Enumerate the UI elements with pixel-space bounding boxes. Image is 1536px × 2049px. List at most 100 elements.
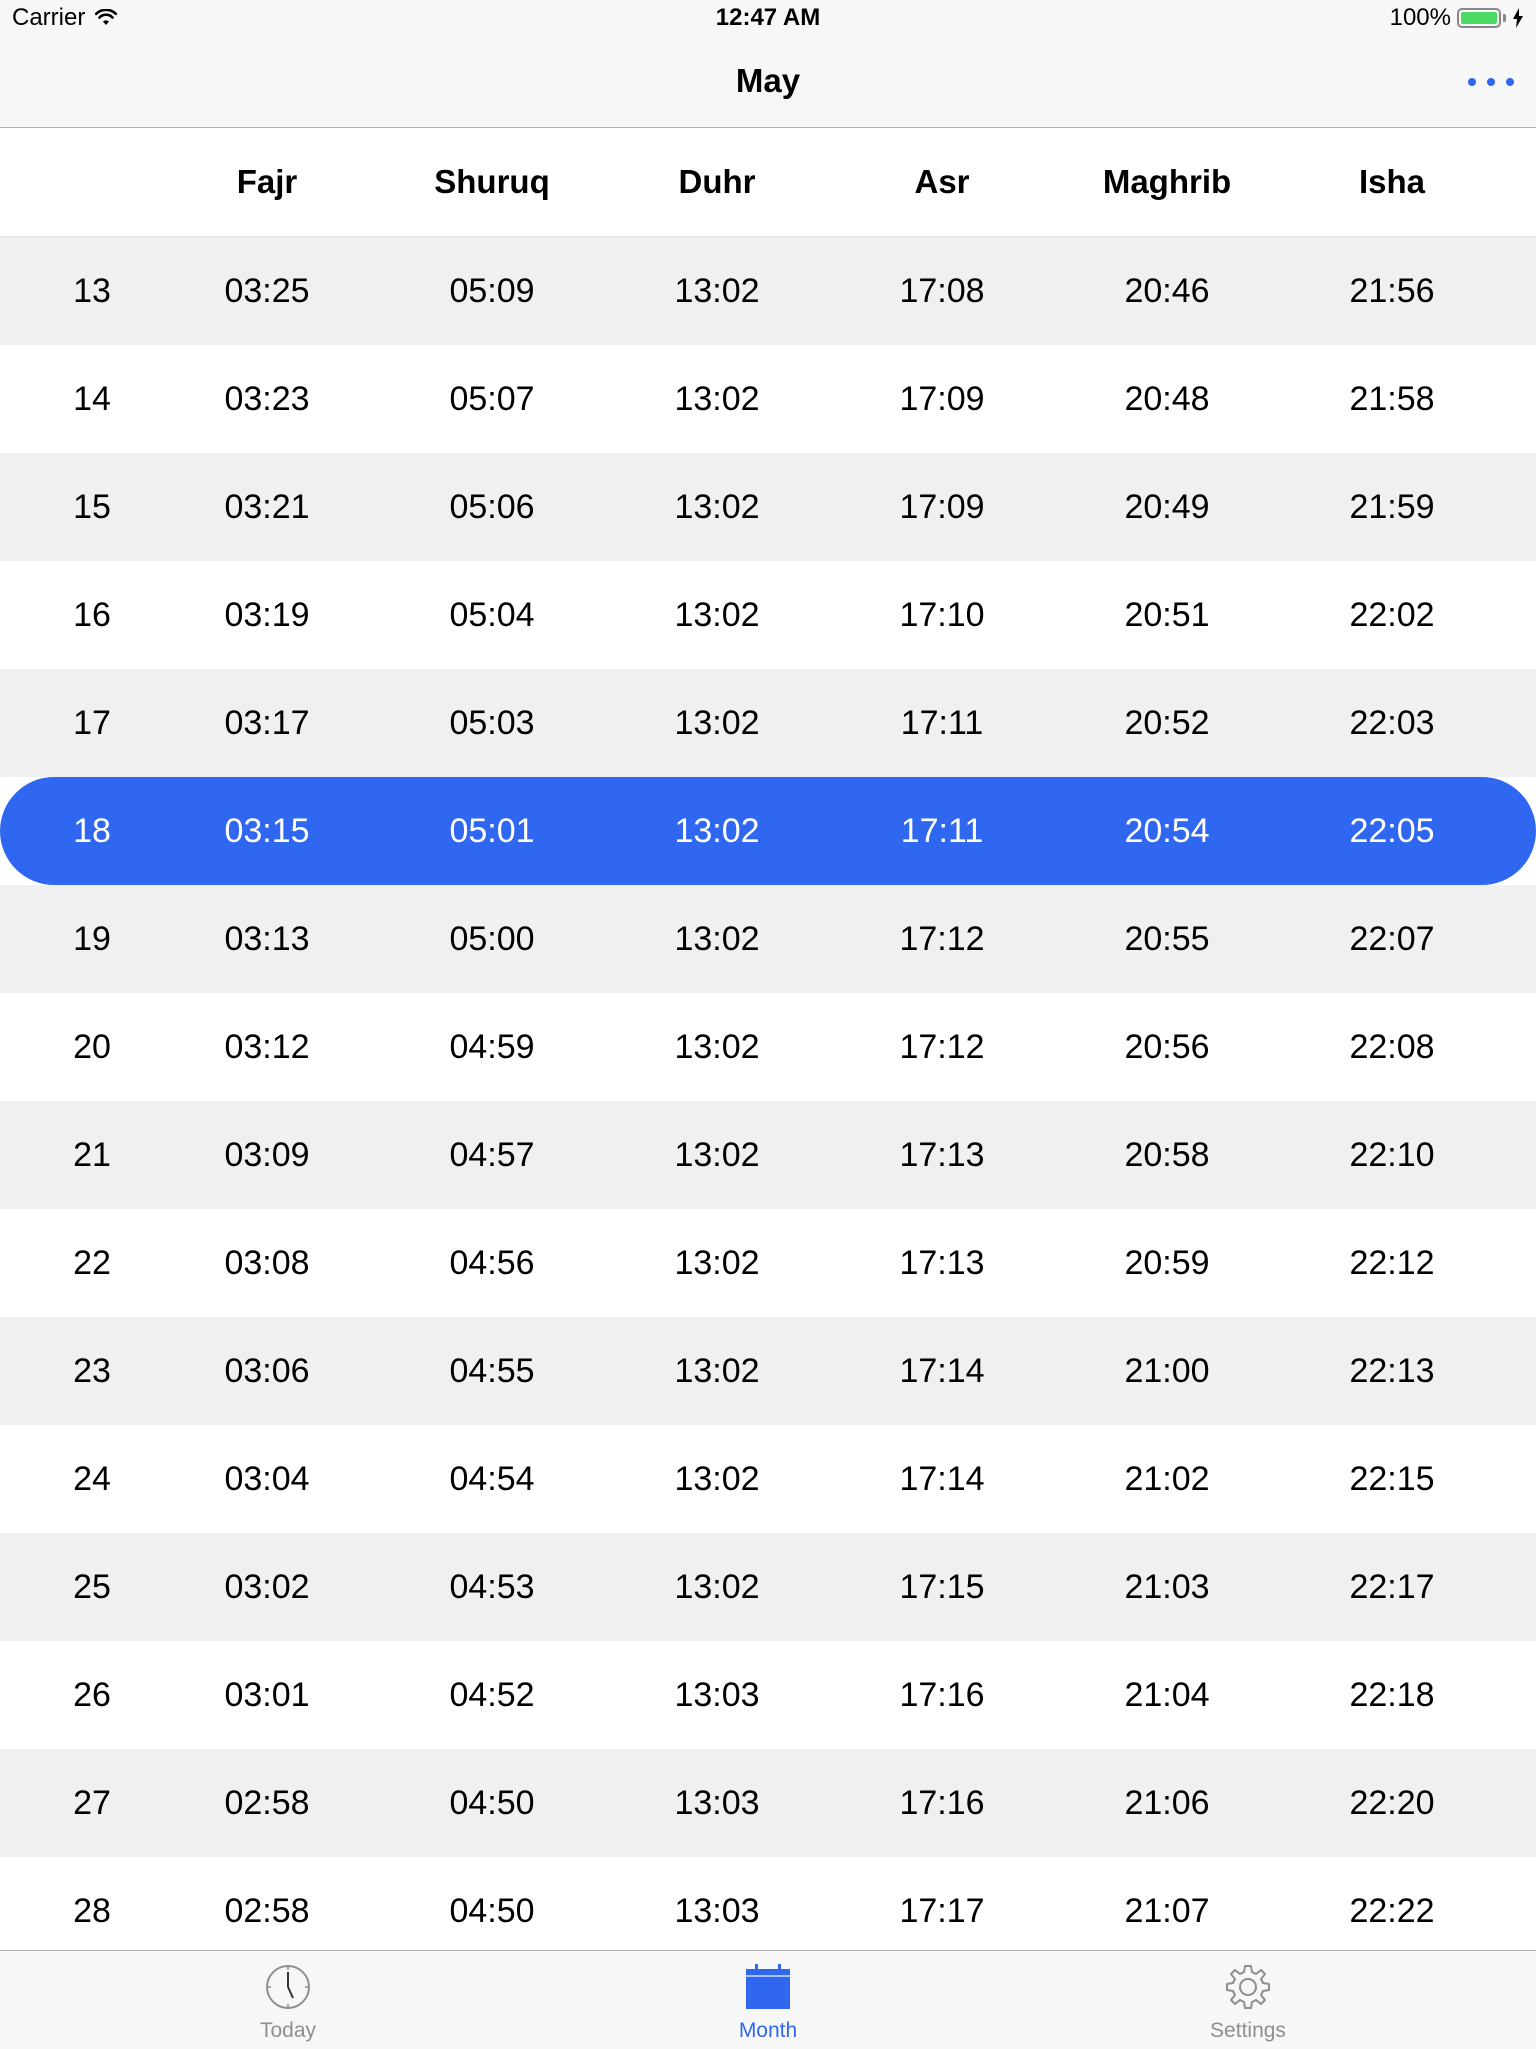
cell-maghrib: 20:49 [1124,488,1210,526]
cell-isha: 22:17 [1349,1568,1435,1606]
navigation-bar: May [0,40,1536,128]
tab-settings-label: Settings [1210,2019,1286,2042]
cell-duhr: 13:02 [674,1460,760,1498]
cell-fajr: 02:58 [224,1892,310,1930]
cell-asr: 17:12 [899,1028,985,1066]
cell-fajr: 03:04 [224,1460,310,1498]
cell-duhr: 13:02 [674,920,760,958]
more-options-button[interactable] [1468,70,1514,94]
cell-shuruq: 05:09 [449,272,535,310]
cell-day: 25 [73,1568,111,1606]
cell-asr: 17:13 [899,1244,985,1282]
cell-shuruq: 05:03 [449,704,535,742]
cell-isha: 22:05 [1349,812,1435,850]
cell-shuruq: 04:50 [449,1784,535,1822]
cell-asr: 17:16 [899,1676,985,1714]
cell-isha: 21:59 [1349,488,1435,526]
cell-maghrib: 20:54 [1124,812,1210,850]
tab-bar: Today Month Settings [0,1950,1536,2049]
more-dot-icon [1468,78,1476,86]
cell-duhr: 13:02 [674,1244,760,1282]
table-row[interactable]: 15 03:21 05:06 13:02 17:09 20:49 21:59 [0,453,1536,561]
cell-duhr: 13:02 [674,1136,760,1174]
cell-duhr: 13:02 [674,1568,760,1606]
cell-fajr: 03:23 [224,380,310,418]
cell-day: 16 [73,596,111,634]
table-row[interactable]: 24 03:04 04:54 13:02 17:14 21:02 22:15 [0,1425,1536,1533]
column-header-maghrib: Maghrib [1102,163,1232,200]
column-header-isha: Isha [1358,163,1426,200]
cell-shuruq: 04:53 [449,1568,535,1606]
table-row[interactable]: 19 03:13 05:00 13:02 17:12 20:55 22:07 [0,885,1536,993]
table-row[interactable]: 20 03:12 04:59 13:02 17:12 20:56 22:08 [0,993,1536,1101]
cell-fajr: 03:08 [224,1244,310,1282]
cell-maghrib: 20:55 [1124,920,1210,958]
table-row-today[interactable]: 18 03:15 05:01 13:02 17:11 20:54 22:05 [0,777,1536,885]
cell-fajr: 03:01 [224,1676,310,1714]
table-row[interactable]: 21 03:09 04:57 13:02 17:13 20:58 22:10 [0,1101,1536,1209]
cell-duhr: 13:02 [674,1352,760,1390]
cell-day: 27 [73,1784,111,1822]
cell-duhr: 13:02 [674,1028,760,1066]
calendar-icon [746,1964,790,2009]
table-row[interactable]: 16 03:19 05:04 13:02 17:10 20:51 22:02 [0,561,1536,669]
cell-asr: 17:16 [899,1784,985,1822]
cell-fajr: 02:58 [224,1784,310,1822]
table-row[interactable]: 28 02:58 04:50 13:03 17:17 21:07 22:22 [0,1857,1536,1950]
cell-maghrib: 20:58 [1124,1136,1210,1174]
cell-maghrib: 21:04 [1124,1676,1210,1714]
cell-fajr: 03:09 [224,1136,310,1174]
table-row[interactable]: 25 03:02 04:53 13:02 17:15 21:03 22:17 [0,1533,1536,1641]
cell-asr: 17:13 [899,1136,985,1174]
page-title: May [735,62,801,99]
cell-fajr: 03:12 [224,1028,310,1066]
table-row[interactable]: 23 03:06 04:55 13:02 17:14 21:00 22:13 [0,1317,1536,1425]
cell-shuruq: 04:55 [449,1352,535,1390]
prayer-times-table[interactable]: 13 03:25 05:09 13:02 17:08 20:46 21:56 14 03:23 0… [0,237,1536,1950]
tab-settings[interactable]: Settings [1148,1951,1348,2049]
cell-duhr: 13:02 [674,704,760,742]
cell-duhr: 13:02 [674,596,760,634]
table-row[interactable]: 27 02:58 04:50 13:03 17:16 21:06 22:20 [0,1749,1536,1857]
cell-asr: 17:15 [899,1568,985,1606]
cell-isha: 21:56 [1349,272,1435,310]
column-header-shuruq: Shuruq [434,163,550,200]
column-header-day [22,128,162,236]
battery-cap [1503,14,1506,22]
table-row[interactable]: 22 03:08 04:56 13:02 17:13 20:59 22:12 [0,1209,1536,1317]
table-row[interactable]: 26 03:01 04:52 13:03 17:16 21:04 22:18 [0,1641,1536,1749]
cell-maghrib: 20:51 [1124,596,1210,634]
status-time: 12:47 AM [715,4,821,31]
cell-maghrib: 21:02 [1124,1460,1210,1498]
cell-isha: 22:08 [1349,1028,1435,1066]
cell-isha: 22:02 [1349,596,1435,634]
status-bar: Carrier 12:47 AM 100% [0,0,1536,40]
cell-asr: 17:17 [899,1892,985,1930]
more-dot-icon [1487,78,1495,86]
table-header: Fajr Shuruq Duhr Asr Maghrib Isha [0,128,1536,237]
more-dot-icon [1506,78,1514,86]
cell-fajr: 03:13 [224,920,310,958]
table-row[interactable]: 14 03:23 05:07 13:02 17:09 20:48 21:58 [0,345,1536,453]
column-header-duhr: Duhr [678,163,756,200]
cell-fajr: 03:15 [224,812,310,850]
cell-day: 20 [73,1028,111,1066]
cell-day: 26 [73,1676,111,1714]
table-row[interactable]: 17 03:17 05:03 13:02 17:11 20:52 22:03 [0,669,1536,777]
cell-shuruq: 05:07 [449,380,535,418]
cell-fajr: 03:19 [224,596,310,634]
cell-maghrib: 21:06 [1124,1784,1210,1822]
battery-percent: 100% [1389,4,1451,31]
cell-shuruq: 05:00 [449,920,535,958]
cell-isha: 21:58 [1349,380,1435,418]
cell-shuruq: 04:56 [449,1244,535,1282]
cell-shuruq: 04:57 [449,1136,535,1174]
cell-isha: 22:03 [1349,704,1435,742]
cell-isha: 22:12 [1349,1244,1435,1282]
tab-month[interactable]: Month [668,1951,868,2049]
cell-asr: 17:09 [899,380,985,418]
table-row[interactable]: 13 03:25 05:09 13:02 17:08 20:46 21:56 [0,237,1536,345]
cell-shuruq: 04:52 [449,1676,535,1714]
tab-today[interactable]: Today [188,1951,388,2049]
cell-shuruq: 04:54 [449,1460,535,1498]
